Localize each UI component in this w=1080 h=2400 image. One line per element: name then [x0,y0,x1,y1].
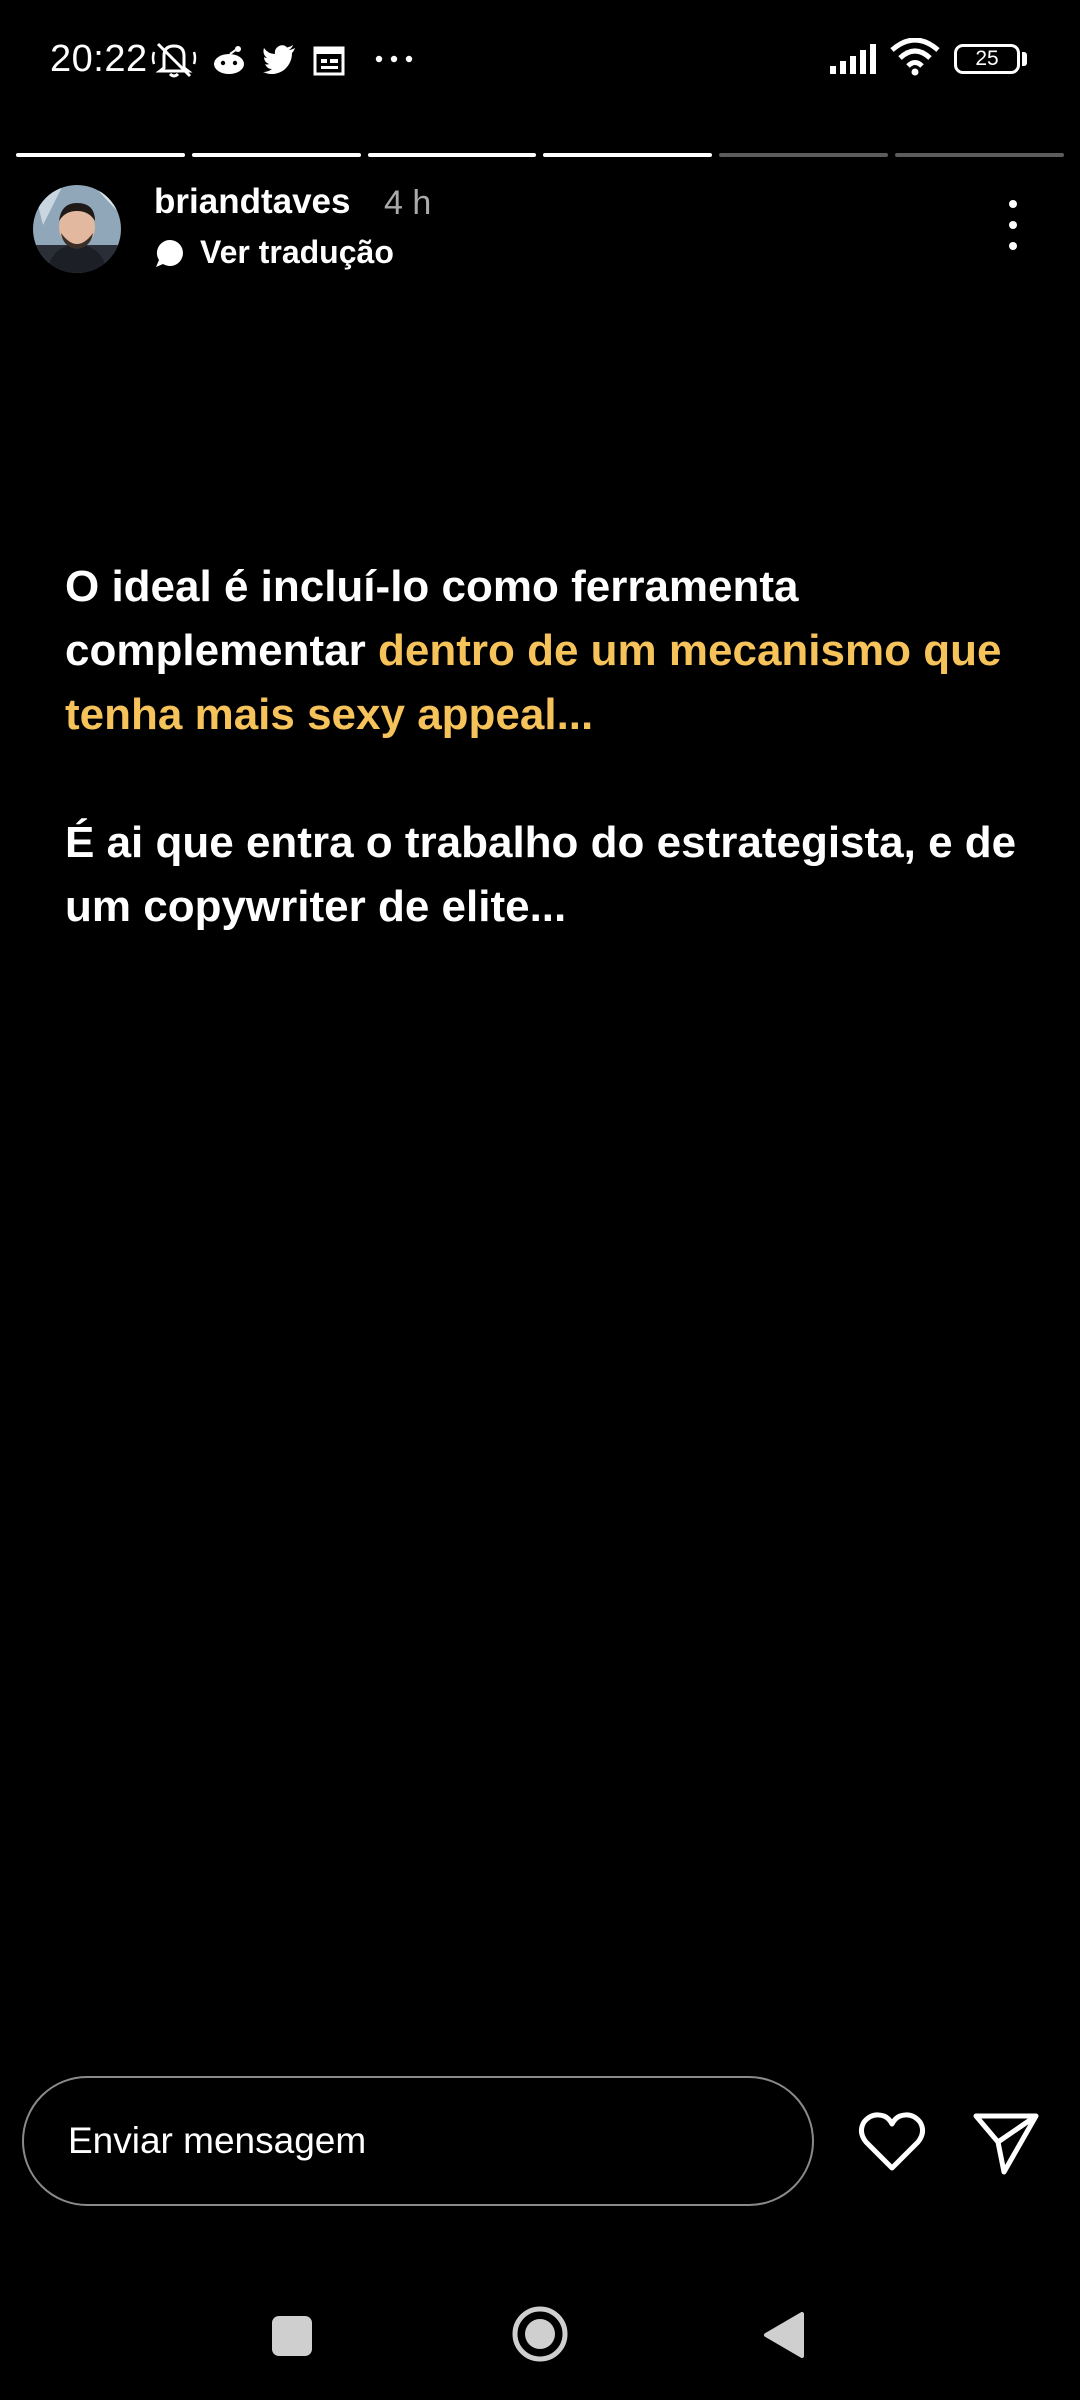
progress-segment [719,153,889,157]
post-time: 4 h [384,184,432,222]
battery-indicator: 25 [954,44,1020,74]
twitter-icon [263,45,295,74]
reddit-icon [214,46,244,74]
more-dots-icon [375,55,413,63]
translate-bubble-icon [156,239,183,267]
battery-nub [1022,52,1027,66]
more-dot [1009,221,1017,229]
signal-icon [830,44,876,74]
more-dot [1009,242,1017,250]
recent-apps-button[interactable] [272,2316,312,2356]
story-paragraph-2: É ai que entra o trabalho do estrategist… [65,818,1017,931]
story-progress-bar [16,153,1064,157]
progress-segment [543,153,713,157]
username[interactable]: briandtaves [154,182,350,222]
story-paragraph-1: O ideal é incluí-lo como ferramenta comp… [65,555,1035,747]
home-button[interactable] [510,2304,570,2364]
translate-button[interactable]: Ver tradução [154,234,394,271]
send-icon[interactable] [970,2106,1042,2178]
avatar[interactable] [33,185,121,273]
avatar-image [33,185,121,273]
calendar-icon [313,46,345,76]
back-button[interactable] [762,2310,808,2360]
status-time: 20:22 [50,38,148,80]
story-text: O ideal é incluí-lo como ferramenta comp… [65,555,1035,939]
more-dot [1009,200,1017,208]
translate-label: Ver tradução [200,234,394,270]
send-message-placeholder: Enviar mensagem [68,2120,367,2161]
progress-segment [367,153,537,157]
more-options-button[interactable] [998,200,1028,250]
send-message-input[interactable]: Enviar mensagem [22,2076,814,2206]
heart-icon[interactable] [856,2106,928,2178]
progress-segment [191,153,361,157]
progress-segment [895,153,1064,157]
wifi-icon [890,38,940,76]
muted-bell-icon [151,42,197,78]
progress-segment [16,153,185,157]
